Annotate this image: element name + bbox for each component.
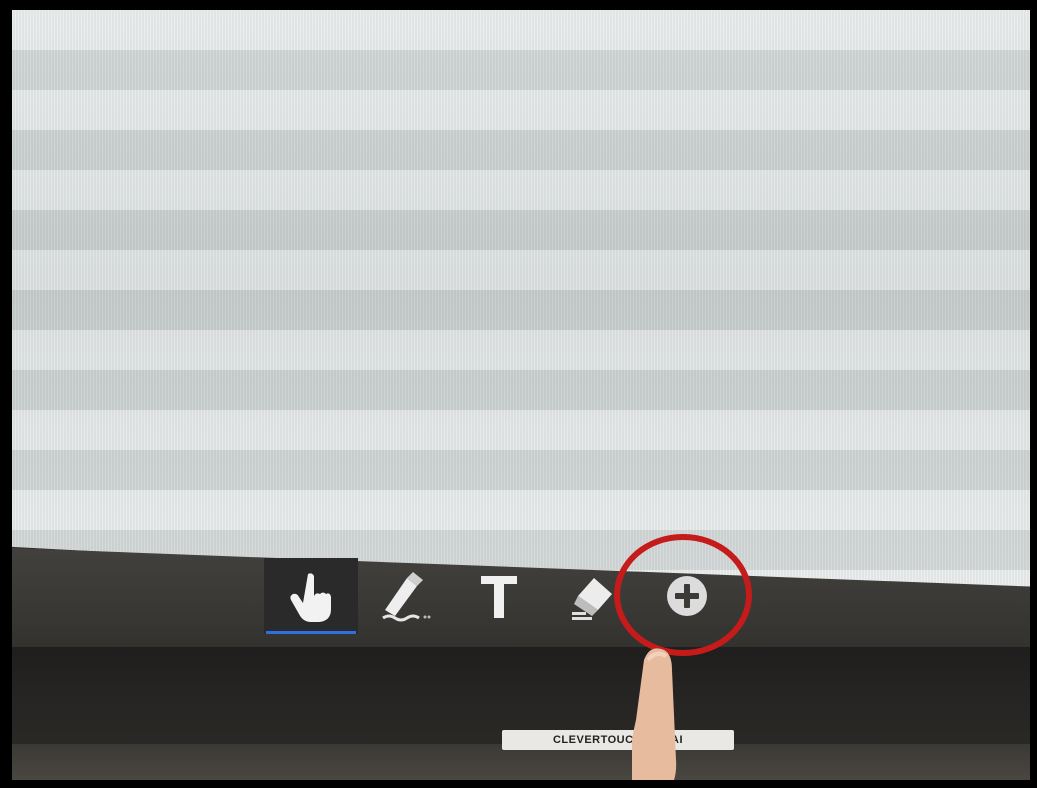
text-icon: [481, 576, 517, 618]
text-tool-button[interactable]: [452, 558, 546, 634]
eraser-icon: [572, 578, 612, 620]
touch-tool-button[interactable]: [264, 558, 358, 634]
pen-tool-button[interactable]: [358, 558, 452, 634]
photo-frame: CLEVERTOUCH JA LAI: [12, 10, 1030, 780]
whiteboard-canvas[interactable]: [12, 10, 1030, 600]
hand-pointer-icon: [290, 573, 331, 622]
pen-icon: [382, 572, 431, 622]
device-label: CLEVERTOUCH JA LAI: [502, 730, 734, 750]
annotation-circle: [614, 534, 752, 656]
pointing-finger: [632, 648, 677, 780]
